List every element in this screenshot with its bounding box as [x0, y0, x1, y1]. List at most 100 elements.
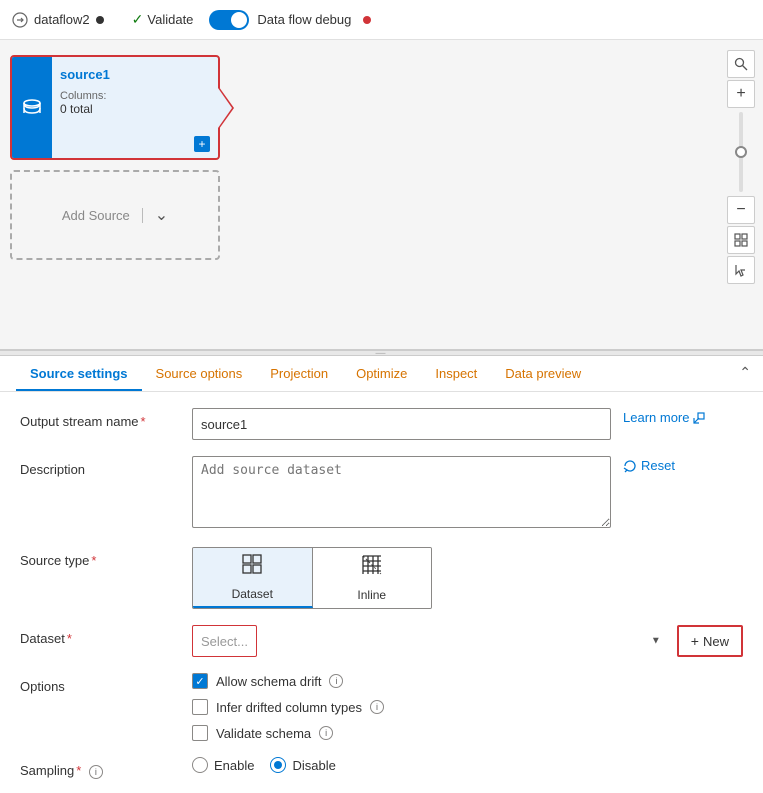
debug-active-indicator [363, 16, 371, 24]
sampling-control: Enable Disable [192, 757, 743, 773]
sampling-enable-radio[interactable] [192, 757, 208, 773]
select-chevron-icon: ▼ [651, 636, 661, 647]
select-tool-icon [734, 263, 748, 277]
infer-drifted-info-icon[interactable]: i [370, 700, 384, 714]
validate-schema-label: Validate schema [216, 726, 311, 741]
source-node-add-button[interactable]: + [194, 136, 210, 152]
form-row-right: Learn more [623, 408, 743, 425]
allow-schema-drift-info-icon[interactable]: i [329, 674, 343, 688]
dataset-select-row: Select... ▼ + New [192, 625, 743, 657]
source-type-row: Source type* Dataset [20, 547, 743, 609]
add-source-label: Add Source [62, 208, 143, 223]
dataset-select[interactable]: Select... [192, 625, 257, 657]
validate-schema-checkbox[interactable] [192, 725, 208, 741]
sampling-radio-row: Enable Disable [192, 757, 743, 773]
tab-optimize[interactable]: Optimize [342, 356, 421, 391]
dataset-row-container: Dataset* Select... ▼ + New [20, 625, 743, 657]
allow-schema-drift-checkbox[interactable]: ✓ [192, 673, 208, 689]
source-type-control: Dataset [192, 547, 743, 609]
new-btn-plus-icon: + [691, 633, 699, 649]
zoom-out-button[interactable]: − [727, 196, 755, 224]
reset-icon [623, 459, 637, 473]
inline-pattern-icon [361, 554, 383, 576]
search-button[interactable] [727, 50, 755, 78]
app-title-section: dataflow2 [12, 12, 104, 28]
source-node-content: source1 Columns: 0 total + [52, 57, 218, 158]
tab-source-options[interactable]: Source options [142, 356, 257, 391]
options-control: ✓ Allow schema drift i Infer drifted col… [192, 673, 743, 741]
add-source-node[interactable]: Add Source ⌄ [10, 170, 220, 260]
add-source-chevron-icon: ⌄ [143, 205, 168, 225]
sampling-enable-label: Enable [214, 758, 254, 773]
description-control [192, 456, 611, 531]
reset-button[interactable]: Reset [623, 458, 743, 473]
output-stream-label: Output stream name* [20, 408, 180, 429]
source-type-label: Source type* [20, 547, 180, 568]
sampling-disable-radio[interactable] [270, 757, 286, 773]
output-stream-control [192, 408, 611, 440]
panel-collapse-button[interactable]: ⌃ [739, 364, 751, 381]
source-node-icon-col [12, 57, 52, 158]
output-stream-row: Output stream name* Learn more [20, 408, 743, 440]
debug-toggle[interactable] [209, 10, 249, 30]
add-source-inner: Add Source ⌄ [62, 205, 168, 225]
debug-label: Data flow debug [257, 12, 351, 27]
validate-schema-info-icon[interactable]: i [319, 726, 333, 740]
search-icon [734, 57, 748, 71]
validate-label: Validate [147, 12, 193, 27]
source-node-db-icon [21, 97, 43, 119]
bottom-panel: Source settings Source options Projectio… [0, 356, 763, 793]
sampling-enable-item: Enable [192, 757, 254, 773]
zoom-slider-track[interactable] [739, 112, 743, 192]
learn-more-link[interactable]: Learn more [623, 410, 743, 425]
description-row: Description Reset [20, 456, 743, 531]
unsaved-indicator [96, 16, 104, 24]
tab-projection[interactable]: Projection [256, 356, 342, 391]
external-link-icon [693, 412, 705, 424]
validate-check-icon: ✓ [132, 11, 144, 28]
validate-schema-row: Validate schema i [192, 725, 743, 741]
source-type-toggle: Dataset [192, 547, 432, 609]
infer-drifted-checkbox[interactable] [192, 699, 208, 715]
form-area: Output stream name* Learn more Descripti… [0, 392, 763, 793]
options-col: ✓ Allow schema drift i Infer drifted col… [192, 673, 743, 741]
output-stream-input[interactable] [192, 408, 611, 440]
source-node-cols-value: 0 total [60, 102, 210, 116]
required-star: * [141, 414, 146, 429]
fit-view-button[interactable] [727, 226, 755, 254]
sampling-label: Sampling* i [20, 757, 180, 779]
options-label: Options [20, 673, 180, 694]
description-textarea[interactable] [192, 456, 611, 528]
options-row: Options ✓ Allow schema drift i Infer dri [20, 673, 743, 741]
source-node[interactable]: source1 Columns: 0 total + [10, 55, 220, 160]
dataflow-icon [12, 12, 28, 28]
tab-data-preview[interactable]: Data preview [491, 356, 595, 391]
infer-drifted-label: Infer drifted column types [216, 700, 362, 715]
zoom-controls: + − [727, 50, 755, 284]
source-node-title: source1 [60, 67, 210, 82]
sampling-info-icon[interactable]: i [89, 765, 103, 779]
checkbox-check-icon: ✓ [195, 675, 204, 688]
zoom-in-button[interactable]: + [727, 80, 755, 108]
radio-inner-selected [274, 761, 282, 769]
source-node-arrow [218, 88, 232, 128]
app-title: dataflow2 [34, 12, 90, 27]
tab-source-settings[interactable]: Source settings [16, 356, 142, 391]
inline-icon [361, 554, 383, 582]
fit-view-icon [734, 233, 748, 247]
debug-toggle-section: Data flow debug [209, 10, 371, 30]
tabs-bar: Source settings Source options Projectio… [0, 356, 763, 392]
source-node-cols-label: Columns: [60, 90, 210, 102]
allow-schema-drift-row: ✓ Allow schema drift i [192, 673, 743, 689]
tab-inspect[interactable]: Inspect [421, 356, 491, 391]
source-type-inline-button[interactable]: Inline [313, 548, 432, 608]
source-type-dataset-button[interactable]: Dataset [193, 548, 313, 608]
dataset-control: Select... ▼ + New [192, 625, 743, 657]
sampling-disable-label: Disable [292, 758, 335, 773]
dataset-grid-icon [241, 553, 263, 575]
new-dataset-button[interactable]: + New [677, 625, 743, 657]
description-label: Description [20, 456, 180, 477]
validate-button[interactable]: ✓ Validate [132, 11, 194, 28]
toggle-knob [231, 12, 247, 28]
select-tool-button[interactable] [727, 256, 755, 284]
